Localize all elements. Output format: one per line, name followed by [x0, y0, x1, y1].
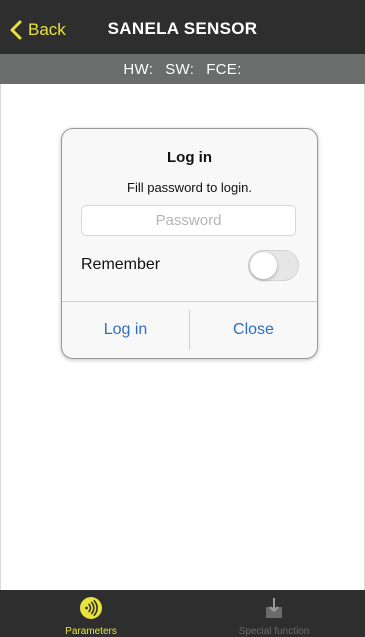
tab-bar: Parameters Special function	[0, 590, 365, 637]
app-screen: Back SANELA SENSOR HW: SW: FCE: Log in F…	[0, 0, 365, 637]
chevron-left-icon	[10, 20, 22, 40]
login-button[interactable]: Log in	[62, 302, 189, 358]
tab-special-function-label: Special function	[238, 626, 310, 637]
nfc-icon	[79, 596, 103, 625]
back-button-label: Back	[28, 20, 66, 39]
dialog-message: Fill password to login.	[127, 180, 252, 195]
login-dialog: Log in Fill password to login. Remember …	[61, 128, 318, 359]
remember-toggle[interactable]	[248, 250, 299, 281]
tab-parameters-label: Parameters	[65, 626, 117, 637]
fce-label: FCE:	[206, 60, 242, 78]
back-button[interactable]: Back	[10, 17, 66, 43]
navigation-bar: Back SANELA SENSOR	[0, 0, 365, 54]
download-icon	[264, 596, 284, 625]
hw-label: HW:	[123, 60, 154, 78]
sw-label: SW:	[165, 60, 195, 78]
device-info-bar: HW: SW: FCE:	[0, 54, 365, 84]
close-button[interactable]: Close	[190, 302, 317, 358]
dialog-title: Log in	[167, 149, 212, 166]
tab-special-function[interactable]: Special function	[183, 590, 365, 637]
password-input[interactable]	[81, 205, 296, 236]
toggle-knob	[250, 252, 277, 279]
remember-label: Remember	[81, 256, 161, 273]
tab-parameters[interactable]: Parameters	[0, 590, 182, 637]
